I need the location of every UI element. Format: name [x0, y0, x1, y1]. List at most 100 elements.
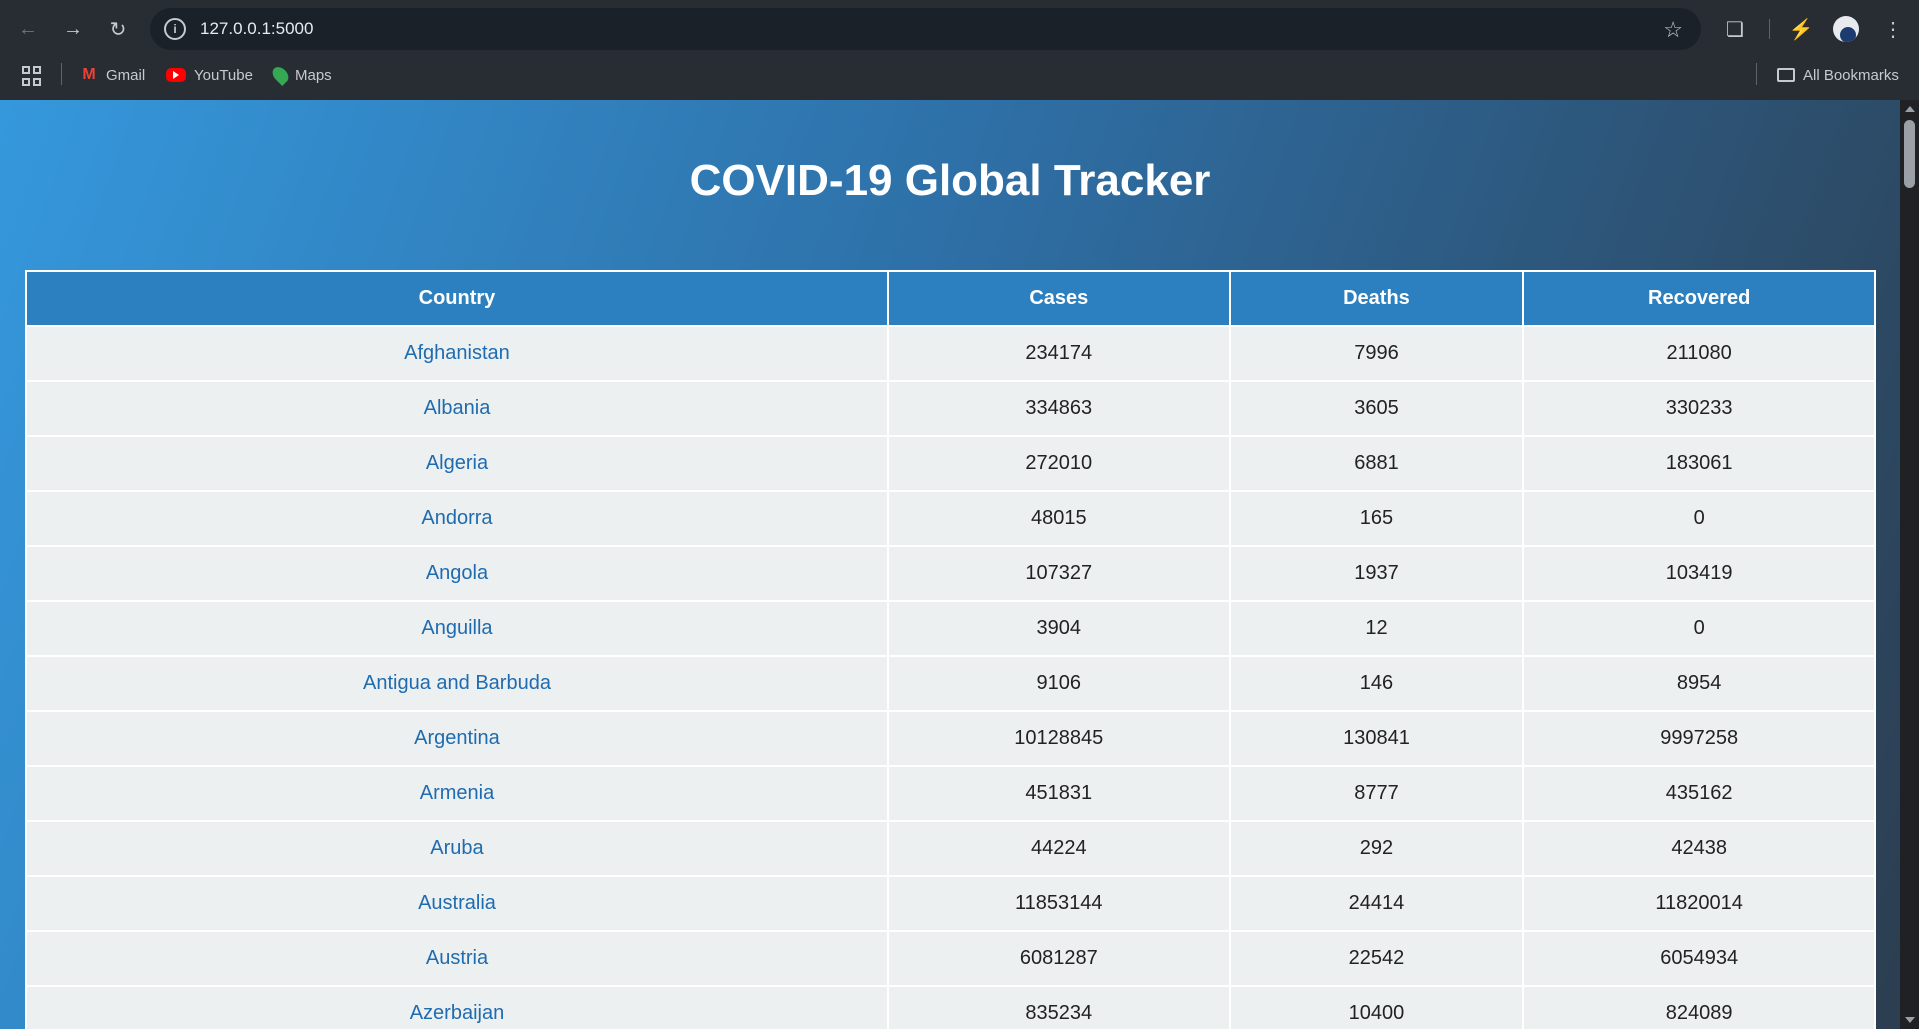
- deaths-cell: 7996: [1228, 325, 1525, 382]
- country-link[interactable]: Angola: [25, 545, 889, 602]
- deaths-cell: 130841: [1228, 710, 1525, 767]
- recovered-cell: 6054934: [1522, 930, 1876, 987]
- deaths-cell: 1937: [1228, 545, 1525, 602]
- country-link[interactable]: Antigua and Barbuda: [25, 655, 889, 712]
- bookmark-youtube[interactable]: YouTube: [166, 64, 253, 86]
- country-link[interactable]: Algeria: [25, 435, 889, 492]
- country-link[interactable]: Anguilla: [25, 600, 889, 657]
- scrollbar-thumb[interactable]: [1904, 120, 1915, 188]
- folder-icon: [1777, 68, 1795, 82]
- recovered-cell: 330233: [1522, 380, 1876, 437]
- cases-cell: 10128845: [886, 710, 1231, 767]
- table-row: Algeria 272010 6881 183061: [25, 435, 1876, 492]
- header-deaths: Deaths: [1228, 270, 1525, 327]
- bookmark-star-icon[interactable]: ☆: [1663, 17, 1683, 43]
- bookmark-maps-label: Maps: [295, 66, 332, 84]
- country-link[interactable]: Argentina: [25, 710, 889, 767]
- country-link[interactable]: Afghanistan: [25, 325, 889, 382]
- gmail-icon: M: [82, 66, 96, 83]
- all-bookmarks-button[interactable]: All Bookmarks: [1777, 64, 1899, 86]
- deaths-cell: 3605: [1228, 380, 1525, 437]
- deaths-cell: 292: [1228, 820, 1525, 877]
- cases-cell: 272010: [886, 435, 1231, 492]
- country-link[interactable]: Australia: [25, 875, 889, 932]
- table-row: Austria 6081287 22542 6054934: [25, 930, 1876, 987]
- browser-toolbar: ← → ↻ i 127.0.0.1:5000 ☆ ❏ ⚡ ⋮: [0, 0, 1919, 58]
- recovered-cell: 435162: [1522, 765, 1876, 822]
- recovered-cell: 9997258: [1522, 710, 1876, 767]
- youtube-icon: [166, 68, 186, 82]
- table-row: Armenia 451831 8777 435162: [25, 765, 1876, 822]
- recovered-cell: 103419: [1522, 545, 1876, 602]
- cases-cell: 107327: [886, 545, 1231, 602]
- table-row: Albania 334863 3605 330233: [25, 380, 1876, 437]
- table-row: Angola 107327 1937 103419: [25, 545, 1876, 602]
- country-link[interactable]: Austria: [25, 930, 889, 987]
- cases-cell: 835234: [886, 985, 1231, 1029]
- header-recovered: Recovered: [1522, 270, 1876, 327]
- cases-cell: 9106: [886, 655, 1231, 712]
- bookmark-maps[interactable]: Maps: [269, 64, 332, 86]
- page-viewport: COVID-19 Global Tracker Country Cases De…: [0, 100, 1900, 1029]
- recovered-cell: 8954: [1522, 655, 1876, 712]
- profile-avatar[interactable]: [1833, 16, 1859, 42]
- vertical-scrollbar[interactable]: [1900, 100, 1919, 1029]
- scroll-up-arrow-icon[interactable]: [1905, 106, 1915, 112]
- bookmark-gmail[interactable]: M Gmail: [80, 64, 145, 86]
- header-country: Country: [25, 270, 889, 327]
- country-link[interactable]: Andorra: [25, 490, 889, 547]
- performance-icon[interactable]: ⚡: [1784, 12, 1818, 46]
- recovered-cell: 0: [1522, 600, 1876, 657]
- forward-icon[interactable]: →: [56, 12, 90, 46]
- deaths-cell: 22542: [1228, 930, 1525, 987]
- table-header-row: Country Cases Deaths Recovered: [25, 270, 1876, 327]
- recovered-cell: 183061: [1522, 435, 1876, 492]
- table-row: Afghanistan 234174 7996 211080: [25, 325, 1876, 382]
- cases-cell: 234174: [886, 325, 1231, 382]
- header-cases: Cases: [886, 270, 1231, 327]
- browser-chrome: ← → ↻ i 127.0.0.1:5000 ☆ ❏ ⚡ ⋮ M Gmail Y…: [0, 0, 1919, 100]
- table-row: Anguilla 3904 12 0: [25, 600, 1876, 657]
- cases-cell: 451831: [886, 765, 1231, 822]
- cases-cell: 11853144: [886, 875, 1231, 932]
- cases-cell: 3904: [886, 600, 1231, 657]
- recovered-cell: 824089: [1522, 985, 1876, 1029]
- table-row: Aruba 44224 292 42438: [25, 820, 1876, 877]
- menu-kebab-icon[interactable]: ⋮: [1876, 12, 1910, 46]
- cases-cell: 6081287: [886, 930, 1231, 987]
- country-link[interactable]: Aruba: [25, 820, 889, 877]
- bookmark-youtube-label: YouTube: [194, 66, 253, 84]
- deaths-cell: 165: [1228, 490, 1525, 547]
- address-bar-url[interactable]: 127.0.0.1:5000: [200, 19, 313, 39]
- all-bookmarks-label: All Bookmarks: [1803, 66, 1899, 84]
- country-link[interactable]: Albania: [25, 380, 889, 437]
- page-title: COVID-19 Global Tracker: [689, 156, 1211, 205]
- cases-cell: 48015: [886, 490, 1231, 547]
- recovered-cell: 211080: [1522, 325, 1876, 382]
- all-bookmarks-divider: [1756, 63, 1757, 85]
- table-row: Argentina 10128845 130841 9997258: [25, 710, 1876, 767]
- covid-data-table: Country Cases Deaths Recovered Afghanist…: [25, 270, 1876, 1029]
- country-link[interactable]: Azerbaijan: [25, 985, 889, 1029]
- extensions-icon[interactable]: ❏: [1718, 12, 1752, 46]
- table-row: Antigua and Barbuda 9106 146 8954: [25, 655, 1876, 712]
- table-row: Andorra 48015 165 0: [25, 490, 1876, 547]
- cases-cell: 334863: [886, 380, 1231, 437]
- recovered-cell: 11820014: [1522, 875, 1876, 932]
- deaths-cell: 10400: [1228, 985, 1525, 1029]
- site-info-icon[interactable]: i: [164, 18, 186, 40]
- toolbar-divider: [1769, 19, 1770, 39]
- back-icon[interactable]: ←: [11, 12, 45, 46]
- address-bar[interactable]: i 127.0.0.1:5000 ☆: [150, 8, 1701, 50]
- scroll-down-arrow-icon[interactable]: [1905, 1017, 1915, 1023]
- deaths-cell: 24414: [1228, 875, 1525, 932]
- deaths-cell: 8777: [1228, 765, 1525, 822]
- deaths-cell: 146: [1228, 655, 1525, 712]
- cases-cell: 44224: [886, 820, 1231, 877]
- country-link[interactable]: Armenia: [25, 765, 889, 822]
- reload-icon[interactable]: ↻: [101, 12, 135, 46]
- bookmark-gmail-label: Gmail: [106, 66, 146, 84]
- table-row: Australia 11853144 24414 11820014: [25, 875, 1876, 932]
- deaths-cell: 12: [1228, 600, 1525, 657]
- apps-grid-icon[interactable]: [22, 66, 42, 86]
